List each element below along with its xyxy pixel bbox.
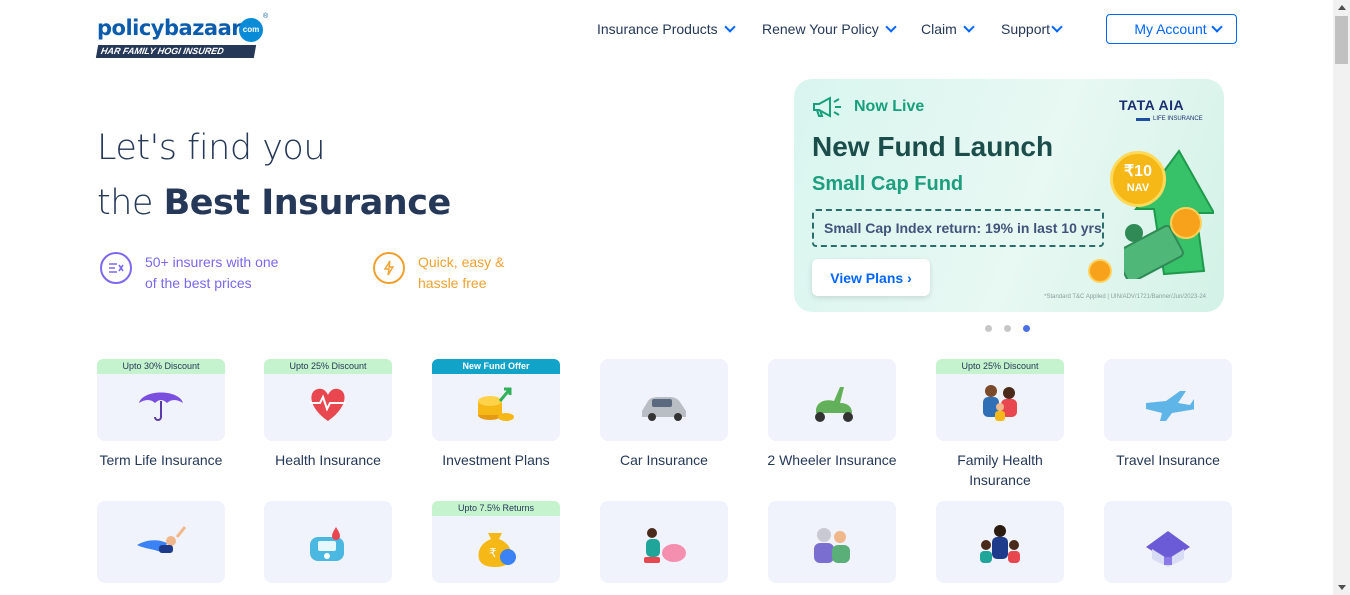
my-account-label: My Account	[1134, 21, 1207, 37]
product-label[interactable]: Car Insurance	[580, 450, 748, 470]
offer-badge: Upto 25% Discount	[264, 359, 392, 374]
piggy-bank-icon	[644, 528, 686, 563]
compare-icon	[100, 252, 132, 284]
chevron-down-icon	[1051, 20, 1063, 33]
nav-renew-your-policy[interactable]: Renew Your Policy	[762, 19, 897, 39]
product-label[interactable]: Investment Plans	[412, 450, 580, 470]
coins-growth-icon	[478, 387, 514, 421]
product-label[interactable]: Family Health Insurance	[936, 450, 1064, 490]
coin-icon	[1088, 259, 1112, 283]
airplane-icon	[1146, 391, 1194, 421]
product-label[interactable]: Health Insurance	[244, 450, 412, 470]
car-icon	[642, 397, 686, 421]
scroll-down-arrow-icon[interactable]	[1338, 585, 1346, 590]
carousel-dot-1[interactable]	[985, 325, 992, 332]
umbrella-icon	[139, 392, 183, 421]
nav-label: Claim	[921, 21, 957, 37]
feature-quick: Quick, easy & hassle free	[373, 252, 518, 294]
logo-com-badge: com	[239, 18, 263, 42]
product-tile[interactable]: Upto 25% Discount	[264, 359, 392, 441]
banner-subtitle: Small Cap Fund	[812, 173, 964, 195]
product-tile[interactable]	[97, 501, 225, 583]
offer-badge: New Fund Offer	[432, 359, 560, 374]
nav-claim[interactable]: Claim	[921, 19, 975, 39]
product-label[interactable]: 2 Wheeler Insurance	[748, 450, 916, 470]
view-plans-label: View Plans	[830, 269, 904, 286]
page-scrollbar[interactable]	[1333, 0, 1350, 595]
product-label[interactable]: Travel Insurance	[1084, 450, 1252, 470]
offer-badge: Upto 30% Discount	[97, 359, 225, 374]
nav-support[interactable]: Support	[1001, 19, 1063, 39]
offer-badge: Upto 25% Discount	[936, 359, 1064, 374]
feature-insurers-text: 50+ insurers with one of the best prices	[145, 254, 279, 291]
tata-aia-logo-bar	[1136, 118, 1150, 121]
glucometer-icon	[310, 527, 344, 561]
business-people-icon	[980, 525, 1020, 563]
hero-heading-prefix: the	[97, 183, 164, 223]
now-live-text: Now Live	[854, 98, 925, 115]
feature-quick-text: Quick, easy & hassle free	[418, 254, 505, 291]
hero-heading-line1: Let's find you	[97, 128, 326, 168]
heart-pulse-icon	[310, 388, 346, 421]
family-icon	[983, 385, 1017, 421]
product-tile[interactable]	[1104, 359, 1232, 441]
tata-aia-logo: TATA AIA	[1119, 97, 1185, 113]
product-tile[interactable]	[768, 359, 896, 441]
svg-text:₹: ₹	[489, 546, 497, 560]
product-tile[interactable]	[768, 501, 896, 583]
lightning-icon	[373, 252, 405, 284]
product-label[interactable]: Term Life Insurance	[77, 450, 245, 470]
money-bag-icon: ₹	[478, 533, 516, 567]
nav-coin-icon: ₹10 NAV	[1110, 151, 1166, 207]
carousel-dot-3[interactable]	[1023, 325, 1030, 332]
chevron-down-icon	[1211, 20, 1223, 33]
promo-banner[interactable]: Now Live TATA AIA LIFE INSURANCE New Fun…	[794, 79, 1224, 312]
product-tile[interactable]: Upto 7.5% Returns ₹	[432, 501, 560, 583]
product-tile[interactable]	[1104, 501, 1232, 583]
banner-title: New Fund Launch	[812, 131, 1054, 162]
coin-value: ₹10	[1124, 163, 1152, 180]
product-tile[interactable]	[936, 501, 1064, 583]
product-tile[interactable]: New Fund Offer	[432, 359, 560, 441]
scroll-thumb[interactable]	[1335, 16, 1348, 64]
hero-heading-emphasis: Best Insurance	[163, 183, 452, 223]
logo-registered-mark: ®	[263, 13, 269, 20]
hero-heading-line2: the Best Insurance	[97, 183, 451, 223]
logo-wordmark: policybazaar	[97, 16, 242, 40]
chevron-down-icon	[885, 20, 897, 33]
scroll-up-arrow-icon[interactable]	[1338, 5, 1346, 10]
product-tile[interactable]	[600, 501, 728, 583]
megaphone-icon	[813, 96, 841, 118]
chevron-right-icon: ›	[907, 269, 912, 286]
product-tile[interactable]	[600, 359, 728, 441]
nav-label: Insurance Products	[597, 21, 718, 37]
chevron-down-icon	[723, 20, 736, 33]
view-plans-button[interactable]: View Plans ›	[812, 259, 930, 296]
carousel-dot-2[interactable]	[1004, 325, 1011, 332]
chevron-down-icon	[963, 20, 975, 33]
senior-couple-icon	[814, 528, 850, 563]
nav-label: Renew Your Policy	[762, 21, 879, 37]
now-live-label: Now Live	[812, 96, 924, 118]
house-icon	[1146, 531, 1190, 567]
tata-aia-subtitle: LIFE INSURANCE	[1153, 116, 1203, 122]
superhero-icon	[137, 526, 187, 553]
scooter-icon	[815, 387, 853, 422]
nav-insurance-products[interactable]: Insurance Products	[597, 19, 736, 39]
banner-fine-print: *Standard T&C Applied | UIN/ADV/1721/Ban…	[1044, 294, 1206, 300]
product-tile[interactable]: Upto 25% Discount	[936, 359, 1064, 441]
carousel-dots	[985, 325, 1030, 332]
offer-badge: Upto 7.5% Returns	[432, 501, 560, 516]
nav-label: Support	[1001, 21, 1051, 37]
feature-insurers: 50+ insurers with one of the best prices	[100, 252, 285, 294]
logo-tagline: HAR FAMILY HOGI INSURED	[95, 45, 257, 58]
product-tile[interactable]	[264, 501, 392, 583]
banner-highlight: Small Cap Index return: 19% in last 10 y…	[812, 209, 1104, 247]
coin-icon	[1170, 207, 1202, 239]
coin-label: NAV	[1126, 182, 1150, 194]
my-account-button[interactable]: My Account	[1106, 14, 1237, 44]
policybazaar-logo[interactable]: policybazaar com ® HAR FAMILY HOGI INSUR…	[95, 13, 272, 61]
product-tile[interactable]: Upto 30% Discount	[97, 359, 225, 441]
